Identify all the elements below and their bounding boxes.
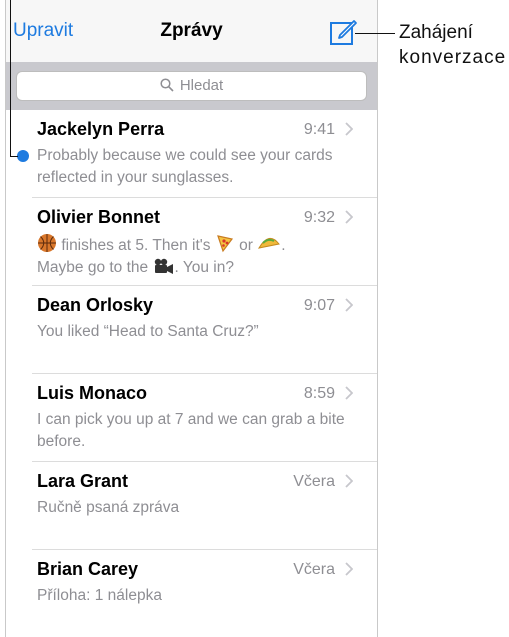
page-title: Zprávy	[160, 20, 223, 41]
chevron-right-icon	[345, 562, 353, 576]
search-input[interactable]: Hledat	[16, 71, 367, 101]
message-time: 9:07	[303, 297, 335, 314]
movie-camera-emoji-icon	[155, 258, 174, 274]
chevron-right-icon	[345, 474, 353, 488]
unread-callout-line	[10, 0, 11, 157]
chevron-right-icon	[345, 386, 353, 400]
message-preview: Ručně psaná zpráva	[37, 499, 180, 516]
compose-icon[interactable]	[328, 17, 358, 47]
message-time: 8:59	[303, 385, 335, 402]
message-preview: Příloha: 1 nálepka	[37, 587, 162, 604]
contact-name: Olivier Bonnet	[37, 207, 161, 227]
basketball-emoji-icon	[38, 234, 56, 252]
conversation-row[interactable]: Luis Monaco 8:59 I can pick you up at 7 …	[6, 374, 377, 462]
contact-name: Brian Carey	[37, 559, 139, 579]
messages-screen: Upravit Zprávy Hledat Jackelyn Perra 9:4…	[5, 0, 378, 637]
contact-name: Dean Orlosky	[37, 295, 154, 315]
preview-text: finishes at 5. Then it's	[61, 237, 211, 254]
message-time: Včera	[293, 473, 335, 490]
unread-callout-line	[10, 156, 18, 157]
search-area: Hledat	[6, 62, 377, 110]
message-preview: I can pick you up at 7 and we can grab a…	[37, 411, 345, 450]
chevron-right-icon	[345, 298, 353, 312]
conversation-row[interactable]: Brian Carey Včera Příloha: 1 nálepka	[6, 550, 377, 637]
conversation-row[interactable]: Dean Orlosky 9:07 You liked “Head to San…	[6, 286, 377, 374]
compose-callout-label: Zahájení konverzace	[399, 20, 506, 70]
taco-emoji-icon	[258, 237, 281, 249]
message-time: Včera	[293, 561, 335, 578]
contact-name: Luis Monaco	[37, 383, 148, 403]
message-time: 9:41	[303, 121, 335, 138]
callout-line: konverzace	[399, 47, 507, 68]
contact-name: Lara Grant	[37, 471, 129, 491]
preview-text: .	[281, 237, 286, 254]
message-preview: You liked “Head to Santa Cruz?”	[37, 323, 259, 340]
chevron-right-icon	[345, 122, 353, 136]
message-time: 9:32	[303, 209, 335, 226]
conversation-row[interactable]: Lara Grant Včera Ručně psaná zpráva	[6, 462, 377, 550]
message-preview: Probably because we could see your cards…	[37, 147, 333, 186]
conversation-row[interactable]: Olivier Bonnet 9:32 finishes at 5. Then …	[6, 198, 377, 286]
preview-text: Maybe go to the	[37, 259, 149, 276]
conversation-row[interactable]: Jackelyn Perra 9:41 Probably because we …	[6, 110, 377, 198]
unread-indicator	[17, 150, 29, 162]
message-preview: finishes at 5. Then it's or . Maybe go t…	[37, 233, 347, 279]
callout-line: Zahájení	[399, 22, 473, 43]
pizza-emoji-icon	[216, 235, 233, 253]
search-placeholder: Hledat	[179, 77, 224, 94]
contact-name: Jackelyn Perra	[37, 119, 165, 139]
compose-callout-line	[355, 33, 395, 34]
preview-text: . You in?	[174, 259, 234, 276]
navigation-bar: Upravit Zprávy	[6, 0, 377, 62]
chevron-right-icon	[345, 210, 353, 224]
search-icon	[160, 78, 174, 92]
preview-text: or	[239, 237, 253, 254]
